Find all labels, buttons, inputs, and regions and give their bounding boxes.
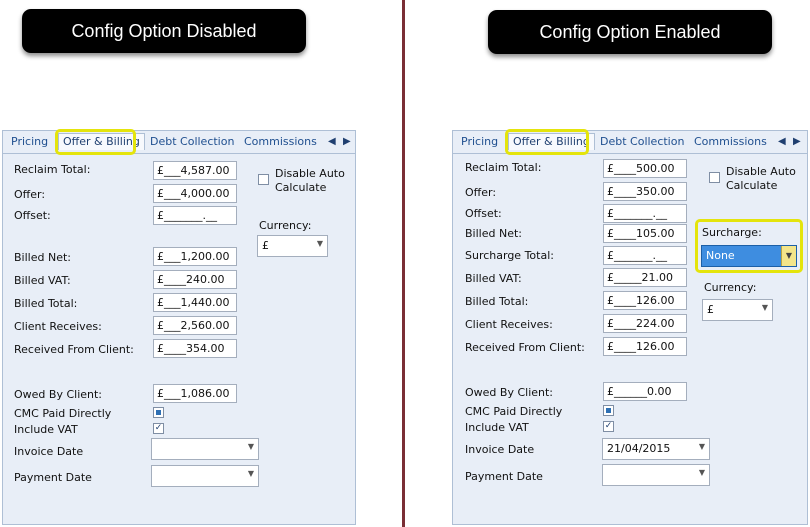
callout-config-enabled: Config Option Enabled (488, 10, 772, 54)
dropdown-surcharge[interactable]: None ▼ (701, 245, 797, 267)
divider-line (402, 0, 405, 527)
field-owed-by-client[interactable]: £___1,086.00 (153, 384, 237, 403)
label-payment-date: Payment Date (465, 470, 543, 483)
checkbox-include-vat[interactable]: ✓ (153, 423, 164, 434)
label-invoice-date: Invoice Date (14, 445, 84, 458)
tab-pricing[interactable]: Pricing (461, 135, 498, 148)
label-offer: Offer: (14, 188, 46, 201)
label-reclaim-total: Reclaim Total: (14, 163, 91, 176)
field-billed-net[interactable]: £____105.00 (603, 224, 687, 243)
field-billed-total[interactable]: £____126.00 (603, 291, 687, 310)
label-offset: Offset: (465, 207, 502, 220)
caret-down-icon: ▼ (698, 442, 705, 451)
label-billed-net: Billed Net: (465, 227, 522, 240)
right-panel-enabled: Pricing Offer & Billing Debt Collection … (452, 129, 808, 525)
checkbox-disable-auto-calculate[interactable] (709, 172, 720, 183)
field-surcharge-total[interactable]: £_______.__ (603, 246, 687, 265)
field-received-from-client[interactable]: £____354.00 (153, 339, 237, 358)
caret-down-icon: ▼ (698, 468, 705, 477)
label-surcharge: Surcharge: (702, 226, 762, 239)
label-billed-total: Billed Total: (14, 297, 78, 310)
left-panel-disabled: Pricing Offer & Billing Debt Collection … (2, 129, 356, 525)
tab-pricing[interactable]: Pricing (11, 135, 48, 148)
currency-value: £ (262, 239, 269, 252)
checkbox-disable-auto-calculate[interactable] (258, 174, 269, 185)
field-billed-total[interactable]: £___1,440.00 (153, 293, 237, 312)
dropdown-invoice-date[interactable]: 21/04/2015 ▼ (602, 438, 710, 460)
field-reclaim-total[interactable]: £___4,587.00 (153, 161, 237, 180)
check-icon: ✓ (604, 421, 613, 431)
label-disable-auto-calculate: Disable Auto Calculate (726, 165, 796, 192)
label-owed-by-client: Owed By Client: (14, 388, 103, 401)
field-offset[interactable]: £_______.__ (153, 206, 237, 225)
label-owed-by-client: Owed By Client: (465, 386, 554, 399)
dropdown-payment-date[interactable]: ▼ (151, 465, 259, 487)
label-include-vat: Include VAT (14, 423, 78, 436)
field-reclaim-total[interactable]: £____500.00 (603, 159, 687, 178)
tab-debt-collection[interactable]: Debt Collection (150, 135, 234, 148)
label-reclaim-total: Reclaim Total: (465, 161, 542, 174)
caret-down-icon: ▼ (316, 239, 323, 248)
dropdown-invoice-date[interactable]: ▼ (151, 438, 259, 460)
label-received-from-client: Received From Client: (14, 343, 134, 356)
field-offset[interactable]: £_______.__ (603, 204, 687, 223)
label-invoice-date: Invoice Date (465, 443, 535, 456)
label-offset: Offset: (14, 209, 51, 222)
field-received-from-client[interactable]: £____126.00 (603, 337, 687, 356)
label-client-receives: Client Receives: (465, 318, 553, 331)
label-billed-vat: Billed VAT: (465, 272, 522, 285)
field-billed-vat[interactable]: £____240.00 (153, 270, 237, 289)
surcharge-value: None (706, 249, 735, 262)
field-offer[interactable]: £___4,000.00 (153, 184, 237, 203)
callout-config-disabled: Config Option Disabled (22, 9, 306, 53)
label-offer: Offer: (465, 186, 497, 199)
invoice-date-value: 21/04/2015 (607, 442, 671, 455)
label-billed-vat: Billed VAT: (14, 274, 71, 287)
label-surcharge-total: Surcharge Total: (465, 249, 554, 262)
label-cmc-paid-directly: CMC Paid Directly (14, 407, 112, 420)
tab-highlight (505, 129, 589, 155)
caret-down-icon: ▼ (761, 303, 768, 312)
caret-down-icon: ▼ (247, 442, 254, 451)
label-billed-net: Billed Net: (14, 251, 71, 264)
chevron-right-icon[interactable]: ▶ (343, 136, 351, 147)
currency-value: £ (707, 303, 714, 316)
chevron-left-icon[interactable]: ◀ (778, 136, 786, 147)
label-currency: Currency: (259, 219, 312, 232)
checkbox-include-vat[interactable]: ✓ (603, 421, 614, 432)
chevron-left-icon[interactable]: ◀ (328, 136, 336, 147)
field-offer[interactable]: £____350.00 (603, 182, 687, 201)
label-billed-total: Billed Total: (465, 295, 529, 308)
caret-down-icon: ▼ (247, 469, 254, 478)
tab-commissions[interactable]: Commissions (694, 135, 767, 148)
label-include-vat: Include VAT (465, 421, 529, 434)
field-billed-vat[interactable]: £_____21.00 (603, 268, 687, 287)
field-billed-net[interactable]: £___1,200.00 (153, 247, 237, 266)
tab-highlight (55, 129, 136, 155)
check-icon: ✓ (154, 423, 163, 433)
dropdown-currency[interactable]: £ ▼ (702, 299, 773, 321)
tab-commissions[interactable]: Commissions (244, 135, 317, 148)
field-owed-by-client[interactable]: £______0.00 (603, 382, 687, 401)
checkbox-cmc-paid-directly[interactable] (153, 407, 164, 418)
label-received-from-client: Received From Client: (465, 341, 585, 354)
label-cmc-paid-directly: CMC Paid Directly (465, 405, 563, 418)
dropdown-currency[interactable]: £ ▼ (257, 235, 328, 257)
dropdown-payment-date[interactable]: ▼ (602, 464, 710, 486)
label-disable-auto-calculate: Disable Auto Calculate (275, 167, 345, 194)
label-currency: Currency: (704, 281, 757, 294)
label-payment-date: Payment Date (14, 471, 92, 484)
label-client-receives: Client Receives: (14, 320, 102, 333)
chevron-right-icon[interactable]: ▶ (793, 136, 801, 147)
field-client-receives[interactable]: £___2,560.00 (153, 316, 237, 335)
checkbox-cmc-paid-directly[interactable] (603, 405, 614, 416)
caret-down-icon: ▼ (781, 246, 796, 266)
tab-debt-collection[interactable]: Debt Collection (600, 135, 684, 148)
field-client-receives[interactable]: £____224.00 (603, 314, 687, 333)
